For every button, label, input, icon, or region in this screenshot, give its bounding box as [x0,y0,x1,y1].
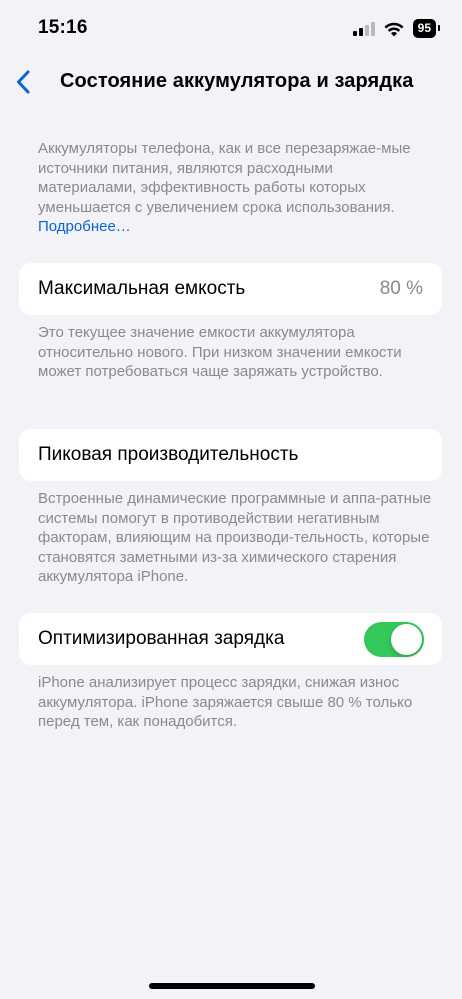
battery-icon: 95 [412,19,441,38]
max-capacity-footnote: Это текущее значение емкости аккумулятор… [38,324,402,380]
status-indicators: 95 [352,19,441,38]
cellular-signal-icon [352,21,375,36]
max-capacity-label: Максимальная емкость [38,278,246,299]
intro-text: Аккумуляторы телефона, как и все перезар… [38,140,411,216]
peak-performance-footnote: Встроенные динамические программные и ап… [38,490,432,585]
optimized-charging-footnote: iPhone анализирует процесс зарядки, сниж… [38,674,413,730]
chevron-left-icon [17,70,30,94]
peak-performance-row[interactable]: Пиковая производительность [19,429,442,481]
status-bar: 15:16 95 [0,0,462,56]
navigation-bar: Состояние аккумулятора и зарядка [0,60,462,104]
max-capacity-row: Максимальная емкость 80 % [19,263,442,315]
wifi-icon [384,22,404,36]
home-indicator[interactable] [149,983,315,989]
toggle-knob [391,624,422,655]
page-title: Состояние аккумулятора и зарядка [60,70,414,92]
optimized-charging-row: Оптимизированная зарядка [19,613,442,665]
max-capacity-value: 80 % [379,278,423,299]
learn-more-link[interactable]: Подробнее… [38,217,131,237]
peak-performance-label: Пиковая производительность [38,444,299,465]
status-time: 15:16 [38,17,88,38]
back-button[interactable] [8,66,38,98]
optimized-charging-label: Оптимизированная зарядка [38,628,285,649]
intro-description: Аккумуляторы телефона, как и все перезар… [38,139,433,237]
optimized-charging-toggle[interactable] [364,622,424,657]
